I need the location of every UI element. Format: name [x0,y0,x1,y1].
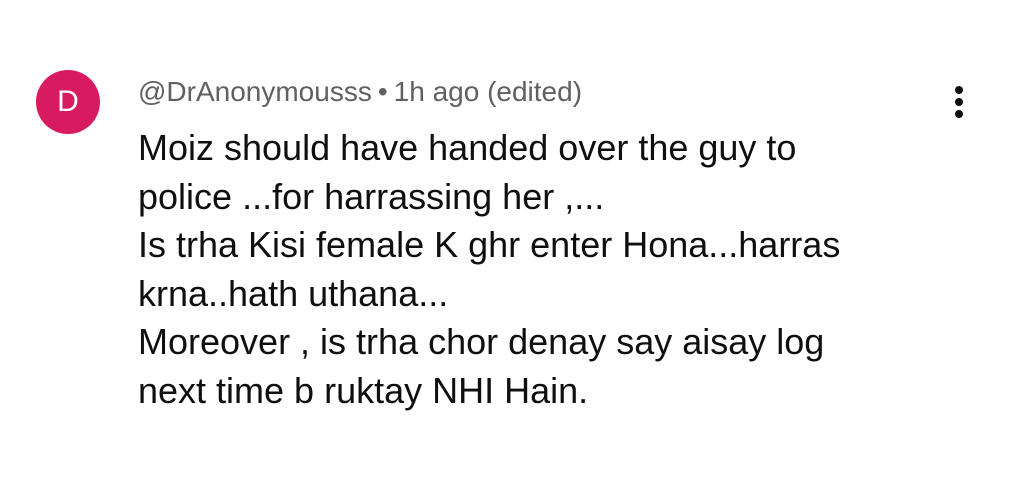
comment-line: Is trha Kisi female K ghr enter Hona...h… [138,224,841,265]
edited-label: (edited) [487,76,583,107]
comment-item: D @DrAnonymousss • 1h ago (edited) Moiz sh… [0,0,1024,495]
avatar-letter: D [57,85,79,118]
comment-line: Moiz should have handed over the guy to [138,127,797,168]
more-vert-icon-dot [955,110,963,118]
comment-line: Moreover , is trha chor denay say aisay … [138,321,825,362]
meta-separator: • [377,76,388,107]
comment-text: Moiz should have handed over the guy to … [138,124,928,415]
avatar[interactable]: D [36,70,100,134]
comment-line: next time b ruktay NHI Hain. [138,369,589,411]
comment-line: krna..hath uthana... [138,272,449,314]
more-vert-icon [955,86,963,94]
comment-meta: @DrAnonymousss • 1h ago (edited) [138,74,582,110]
author-handle[interactable]: @DrAnonymousss [138,76,372,107]
comment-time: 1h ago [393,76,480,107]
more-vert-icon-dot [955,98,963,106]
comment-line: police ...for harrassing her ,... [138,175,605,217]
more-options-button[interactable] [940,78,980,126]
